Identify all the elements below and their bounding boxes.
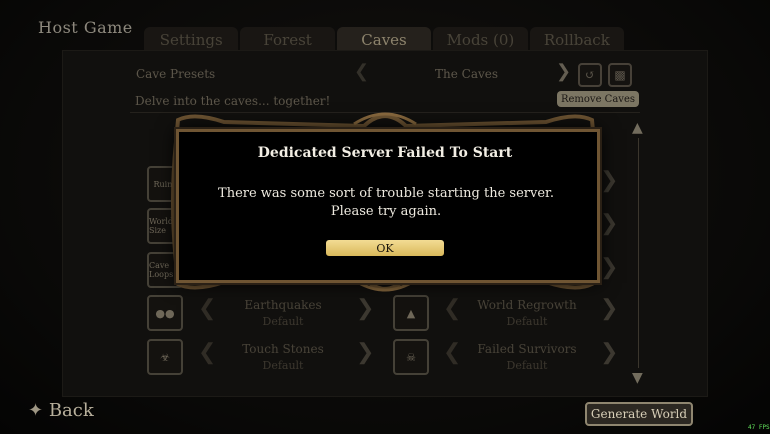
ok-button[interactable]: OK xyxy=(326,240,444,256)
back-label: Back xyxy=(48,400,94,421)
dialog-message: There was some sort of trouble starting … xyxy=(218,186,554,219)
dialog-title: Dedicated Server Failed To Start xyxy=(257,145,513,161)
back-arrow-icon: ✦ xyxy=(28,400,44,421)
fps-counter: 47 FPS xyxy=(748,424,770,431)
back-button[interactable]: ✦ Back xyxy=(28,400,94,421)
generate-world-button[interactable]: Generate World xyxy=(585,402,693,426)
